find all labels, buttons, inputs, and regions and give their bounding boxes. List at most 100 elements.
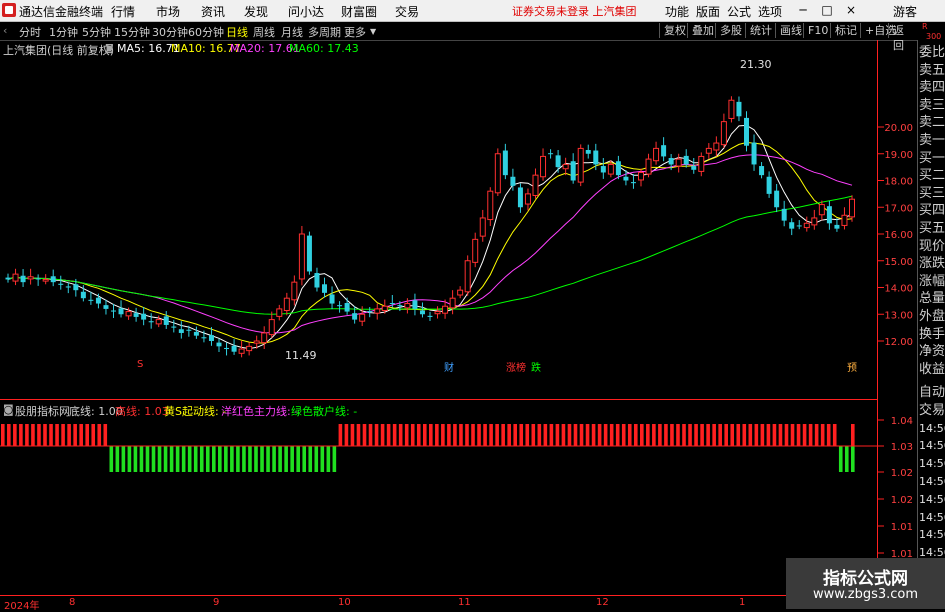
candle[interactable]: [774, 190, 780, 208]
candle[interactable]: [12, 273, 19, 282]
kline-chart[interactable]: 12.00 13.00 14.00 15.00 16.00 17.00 18.00 19.00…: [0, 0, 945, 609]
candle[interactable]: [322, 284, 327, 293]
candle[interactable]: [95, 297, 101, 304]
candle[interactable]: [781, 208, 787, 221]
candle[interactable]: [615, 161, 621, 176]
candle[interactable]: [517, 187, 523, 208]
candle[interactable]: [487, 190, 494, 221]
candle[interactable]: [291, 281, 298, 301]
candle[interactable]: [193, 331, 199, 336]
candle[interactable]: [103, 305, 109, 309]
candle[interactable]: [759, 166, 765, 176]
candle[interactable]: [253, 340, 260, 344]
candle[interactable]: [65, 286, 71, 288]
candle[interactable]: [555, 155, 561, 168]
candle[interactable]: [42, 278, 49, 282]
candle[interactable]: [502, 150, 508, 176]
candle[interactable]: [58, 283, 64, 285]
candle[interactable]: [344, 303, 350, 312]
candle[interactable]: [600, 166, 606, 173]
candle[interactable]: [111, 310, 116, 312]
candle[interactable]: [141, 313, 147, 320]
candle[interactable]: [540, 155, 547, 178]
sidebar-trade-label[interactable]: 交易: [918, 402, 945, 419]
candle[interactable]: [728, 99, 735, 119]
candle[interactable]: [171, 326, 177, 328]
candle[interactable]: [736, 101, 742, 117]
candle[interactable]: [246, 345, 253, 352]
event-marker-limit-down[interactable]: 跌: [531, 359, 541, 374]
candle[interactable]: [208, 335, 214, 341]
candle[interactable]: [216, 342, 222, 347]
candle[interactable]: [766, 176, 772, 194]
candle[interactable]: [593, 150, 599, 165]
candle[interactable]: [397, 305, 403, 307]
candle[interactable]: [826, 206, 832, 224]
candle[interactable]: [419, 310, 425, 315]
candle[interactable]: [389, 303, 395, 305]
candle[interactable]: [570, 161, 576, 181]
candle[interactable]: [133, 313, 139, 317]
candle[interactable]: [751, 142, 757, 165]
candle[interactable]: [404, 303, 411, 309]
candle[interactable]: [73, 284, 79, 291]
sidebar-trade-label[interactable]: 自动: [918, 384, 945, 401]
candle[interactable]: [314, 273, 320, 288]
candle[interactable]: [449, 297, 456, 309]
candle[interactable]: [412, 300, 418, 309]
candle[interactable]: [35, 278, 41, 280]
candle[interactable]: [352, 313, 358, 320]
ma-settings-icon[interactable]: ◙: [105, 44, 114, 54]
candle[interactable]: [298, 233, 305, 280]
candle[interactable]: [668, 158, 674, 165]
candle[interactable]: [630, 182, 636, 184]
candle[interactable]: [638, 171, 644, 181]
candle[interactable]: [306, 235, 312, 272]
candle[interactable]: [524, 193, 531, 205]
candle[interactable]: [811, 217, 818, 226]
candle[interactable]: [818, 204, 825, 216]
candle[interactable]: [562, 163, 569, 170]
candle[interactable]: [374, 308, 381, 314]
candle[interactable]: [224, 347, 230, 350]
candle[interactable]: [645, 158, 652, 175]
candle[interactable]: [744, 117, 749, 146]
candle[interactable]: [442, 305, 449, 314]
candle[interactable]: [479, 217, 486, 237]
indicator-settings-icon[interactable]: ◙: [3, 403, 14, 416]
candle[interactable]: [607, 163, 614, 175]
candle[interactable]: [359, 313, 366, 322]
candle[interactable]: [849, 198, 855, 218]
event-marker-limit-up[interactable]: 涨榜: [506, 359, 526, 374]
candle[interactable]: [841, 214, 848, 226]
candle[interactable]: [675, 158, 682, 167]
candle[interactable]: [653, 147, 660, 162]
candle[interactable]: [705, 147, 712, 154]
candle[interactable]: [238, 348, 245, 354]
candle[interactable]: [623, 176, 629, 181]
candle[interactable]: [457, 289, 464, 296]
candle[interactable]: [125, 311, 132, 317]
candle[interactable]: [88, 299, 94, 301]
candle[interactable]: [796, 225, 802, 227]
event-marker-finance[interactable]: 财: [444, 359, 454, 374]
candle[interactable]: [155, 319, 162, 325]
candle[interactable]: [5, 277, 11, 280]
candle[interactable]: [464, 260, 471, 293]
candle[interactable]: [268, 319, 275, 336]
candle[interactable]: [261, 332, 268, 344]
candle[interactable]: [585, 150, 591, 154]
candle[interactable]: [434, 311, 441, 315]
candle[interactable]: [186, 329, 192, 331]
candle[interactable]: [337, 305, 343, 307]
candle[interactable]: [548, 153, 554, 155]
candle[interactable]: [834, 224, 840, 229]
candle[interactable]: [80, 291, 86, 299]
candle[interactable]: [713, 142, 720, 151]
candle[interactable]: [720, 121, 727, 146]
candle[interactable]: [283, 297, 290, 312]
candle[interactable]: [803, 222, 810, 229]
candle[interactable]: [532, 174, 539, 196]
candle[interactable]: [661, 145, 667, 157]
candle[interactable]: [367, 311, 373, 313]
